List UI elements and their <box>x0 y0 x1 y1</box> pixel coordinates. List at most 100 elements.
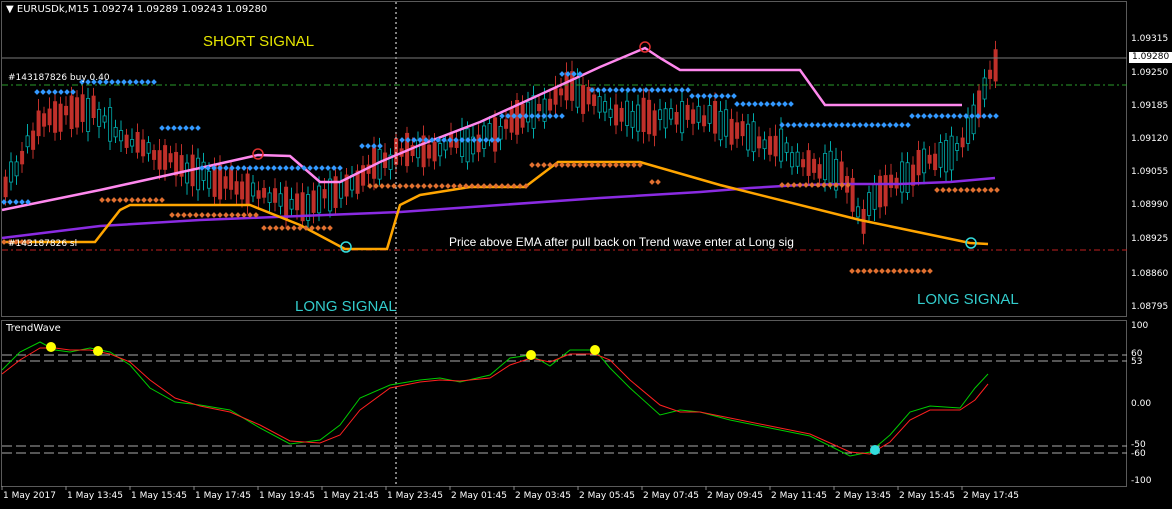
time-axis-label: 2 May 11:45 <box>771 491 827 501</box>
orange-dot <box>958 187 964 193</box>
orange-dot <box>879 268 885 274</box>
orange-dot <box>927 268 933 274</box>
orange-dot <box>976 187 982 193</box>
candle-body <box>80 94 85 122</box>
candle-body <box>658 109 663 120</box>
candle-body <box>955 143 960 151</box>
candle-body <box>905 162 910 193</box>
blue-dot <box>34 89 40 95</box>
time-axis-label: 2 May 05:45 <box>579 491 635 501</box>
candle-body <box>619 107 624 122</box>
blue-dot <box>235 165 241 171</box>
orange-dot <box>141 197 147 203</box>
indicator-axis-label: -60 <box>1131 449 1146 459</box>
blue-dot <box>701 93 707 99</box>
candle-body <box>207 170 212 189</box>
trendwave-cyan-dot <box>870 445 880 455</box>
candle-body <box>839 161 844 183</box>
candle-body <box>762 139 767 150</box>
chart-drawing-layer <box>1 2 1127 490</box>
blue-dot <box>667 87 673 93</box>
blue-dot <box>869 122 875 128</box>
candle-body <box>795 151 800 167</box>
order-sl-label[interactable]: #143187826 sl <box>8 239 77 249</box>
blue-dot <box>746 101 752 107</box>
blue-dot <box>115 79 121 85</box>
blue-dot <box>939 113 945 119</box>
blue-dot <box>993 113 999 119</box>
candle-body <box>245 173 250 206</box>
candle-body <box>801 159 806 168</box>
price-label: 1.09185 <box>1131 101 1169 111</box>
price-label: 1.09120 <box>1131 134 1169 144</box>
blue-dot <box>613 87 619 93</box>
candle-body <box>773 135 778 157</box>
orange-dot <box>541 162 547 168</box>
candle-body <box>641 97 646 132</box>
blue-dot <box>788 101 794 107</box>
candle-body <box>949 135 954 171</box>
order-buy-label[interactable]: #143187826 buy 0.40 <box>8 73 110 83</box>
chart-title: ▼ EURUSDk,M15 1.09274 1.09289 1.09243 1.… <box>6 4 267 15</box>
blue-dot <box>764 101 770 107</box>
blue-dot <box>839 122 845 128</box>
blue-dot <box>845 122 851 128</box>
candle-body <box>251 182 256 197</box>
orange-dot <box>964 187 970 193</box>
candle-body <box>751 121 756 153</box>
blue-dot <box>259 165 265 171</box>
orange-dot <box>903 268 909 274</box>
candle-body <box>443 140 448 151</box>
blue-dot <box>52 89 58 95</box>
blue-dot <box>64 89 70 95</box>
candle-body <box>135 132 140 153</box>
candle-body <box>828 150 833 184</box>
blue-dot <box>945 113 951 119</box>
candle-body <box>718 110 723 141</box>
candle-body <box>669 108 674 120</box>
candle-body <box>713 101 718 134</box>
candle-body <box>163 145 168 170</box>
blue-dot <box>740 101 746 107</box>
metatrader-chart-window: ▼ EURUSDk,M15 1.09274 1.09289 1.09243 1.… <box>0 0 1172 509</box>
candle-body <box>867 192 872 216</box>
orange-dot <box>279 225 285 231</box>
candle-body <box>212 165 217 197</box>
orange-dot <box>909 268 915 274</box>
orange-dot <box>261 225 267 231</box>
blue-dot <box>631 87 637 93</box>
orange-dot <box>169 212 175 218</box>
dropdown-triangle-icon[interactable]: ▼ <box>6 4 14 15</box>
candle-body <box>779 128 784 162</box>
candle-body <box>124 134 129 148</box>
candle-body <box>625 100 630 126</box>
candle-body <box>509 107 514 133</box>
blue-dot <box>981 113 987 119</box>
time-axis-label: 1 May 19:45 <box>259 491 315 501</box>
orange-dot <box>267 225 273 231</box>
orange-dot <box>159 197 165 203</box>
candle-body <box>432 141 437 162</box>
trendwave-green-line <box>1 341 989 457</box>
candle-body <box>9 161 14 183</box>
candle-body <box>119 130 124 142</box>
candle-body <box>168 153 173 163</box>
blue-dot <box>133 79 139 85</box>
blue-dot <box>40 89 46 95</box>
orange-dot <box>235 212 241 218</box>
blue-dot <box>359 143 365 149</box>
candle-body <box>267 192 272 203</box>
candle-body <box>75 97 80 128</box>
blue-dot <box>695 93 701 99</box>
candle-body <box>152 150 157 160</box>
candle-body <box>185 162 190 184</box>
orange-dot <box>433 183 439 189</box>
orange-dot <box>982 187 988 193</box>
candle-body <box>416 139 421 159</box>
symbol-quote: EURUSDk,M15 1.09274 1.09289 1.09243 1.09… <box>16 4 268 15</box>
candle-body <box>339 181 344 199</box>
candle-body <box>91 95 96 119</box>
time-axis-label: 2 May 01:45 <box>451 491 507 501</box>
indicator-axis-label: 0.00 <box>1131 399 1152 409</box>
blue-dot <box>271 165 277 171</box>
